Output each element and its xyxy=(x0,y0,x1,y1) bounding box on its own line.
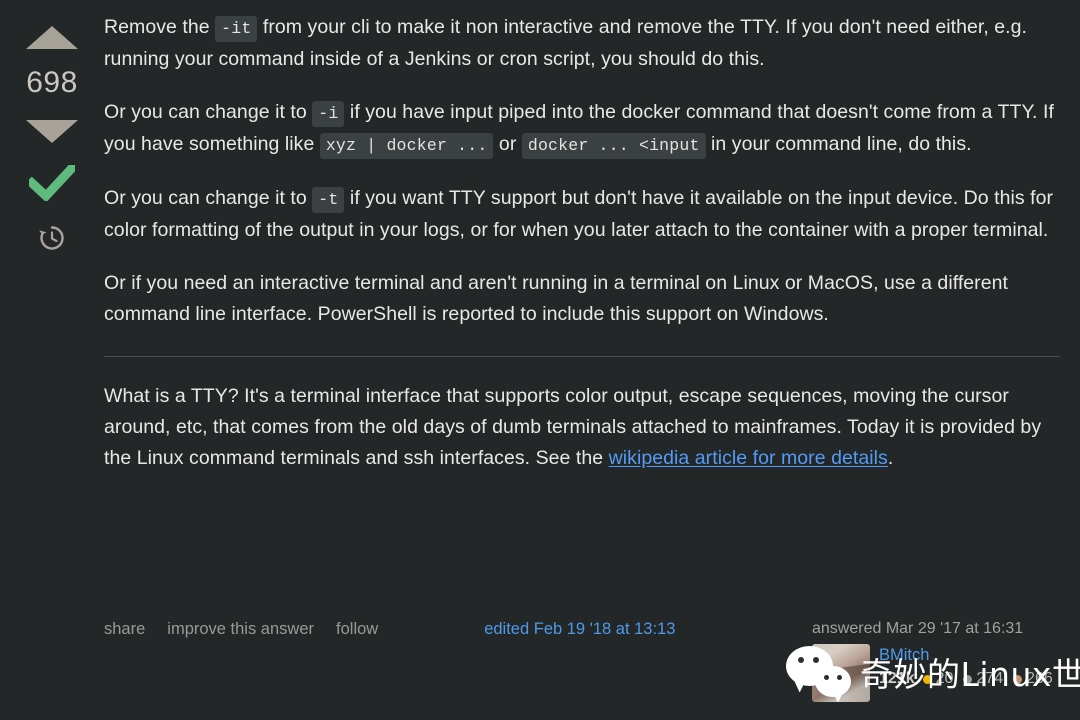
user-card-row: BMitch 121k 20 274 266 xyxy=(812,644,1070,702)
bronze-badge-group[interactable]: 266 xyxy=(1013,670,1053,688)
paragraph-5-text-b: . xyxy=(887,447,894,469)
gold-badge-icon xyxy=(922,674,932,684)
silver-badge-group[interactable]: 274 xyxy=(963,670,1003,688)
post-history-clock-icon[interactable] xyxy=(37,223,67,253)
paragraph-3: Or you can change it to -t if you want T… xyxy=(104,183,1060,246)
vote-rail: 698 xyxy=(0,12,104,720)
paragraph-1-text-a: Remove the xyxy=(104,16,216,38)
share-link[interactable]: share xyxy=(104,620,145,639)
paragraph-4: Or if you need an interactive terminal a… xyxy=(104,272,1008,325)
user-meta: BMitch 121k 20 274 266 xyxy=(879,644,1058,688)
code-span-xyz-pipe-docker: xyz | docker ... xyxy=(319,133,494,159)
silver-badge-count: 274 xyxy=(976,670,1004,687)
paragraph-2-text-c: or xyxy=(493,133,522,155)
user-name-link[interactable]: BMitch xyxy=(879,645,1058,665)
follow-link[interactable]: follow xyxy=(336,620,378,639)
gold-badge-count: 20 xyxy=(935,670,954,687)
post-footer: share improve this answer follow edited … xyxy=(104,608,1080,702)
vote-count: 698 xyxy=(26,66,78,99)
user-reputation: 121k xyxy=(879,670,915,687)
bronze-badge-icon xyxy=(1013,674,1023,684)
upvote-arrow-icon[interactable] xyxy=(26,26,78,49)
body-divider xyxy=(104,356,1060,357)
paragraph-1: Remove the -it from your cli to make it … xyxy=(104,12,1060,75)
silver-badge-icon xyxy=(963,674,973,684)
code-span-i: -i xyxy=(312,101,345,127)
bronze-badge-count: 266 xyxy=(1026,670,1053,687)
paragraph-5-text-a: What is a TTY? It's a terminal interface… xyxy=(104,385,1042,469)
wikipedia-article-link[interactable]: wikipedia article for more details xyxy=(609,447,888,469)
paragraph-5: What is a TTY? It's a terminal interface… xyxy=(104,381,1060,474)
code-span-it: -it xyxy=(215,16,258,42)
gold-badge-group[interactable]: 20 xyxy=(922,670,954,688)
paragraph-3-text-a: Or you can change it to xyxy=(104,187,313,209)
downvote-arrow-icon[interactable] xyxy=(26,120,78,143)
code-span-docker-input: docker ... <input xyxy=(521,133,706,159)
user-stats: 121k 20 274 266 xyxy=(879,670,1058,688)
accepted-answer-checkmark-icon[interactable] xyxy=(29,165,75,201)
answered-timestamp: answered Mar 29 '17 at 16:31 xyxy=(812,620,1024,637)
paragraph-2-text-d: in your command line, do this. xyxy=(705,133,972,155)
post-menu: share improve this answer follow xyxy=(104,608,378,639)
stackoverflow-answer-post: 698 Remove the -it from your cli to make… xyxy=(0,0,1080,720)
edited-timestamp[interactable]: edited Feb 19 '18 at 13:13 xyxy=(484,608,675,639)
answerer-user-card: answered Mar 29 '17 at 16:31 BMitch 121k… xyxy=(812,608,1080,702)
paragraph-2: Or you can change it to -i if you have i… xyxy=(104,97,1060,161)
paragraph-2-text-a: Or you can change it to xyxy=(104,101,313,123)
user-avatar-photo[interactable] xyxy=(812,644,870,702)
code-span-t: -t xyxy=(312,187,345,213)
improve-this-answer-link[interactable]: improve this answer xyxy=(167,620,314,639)
